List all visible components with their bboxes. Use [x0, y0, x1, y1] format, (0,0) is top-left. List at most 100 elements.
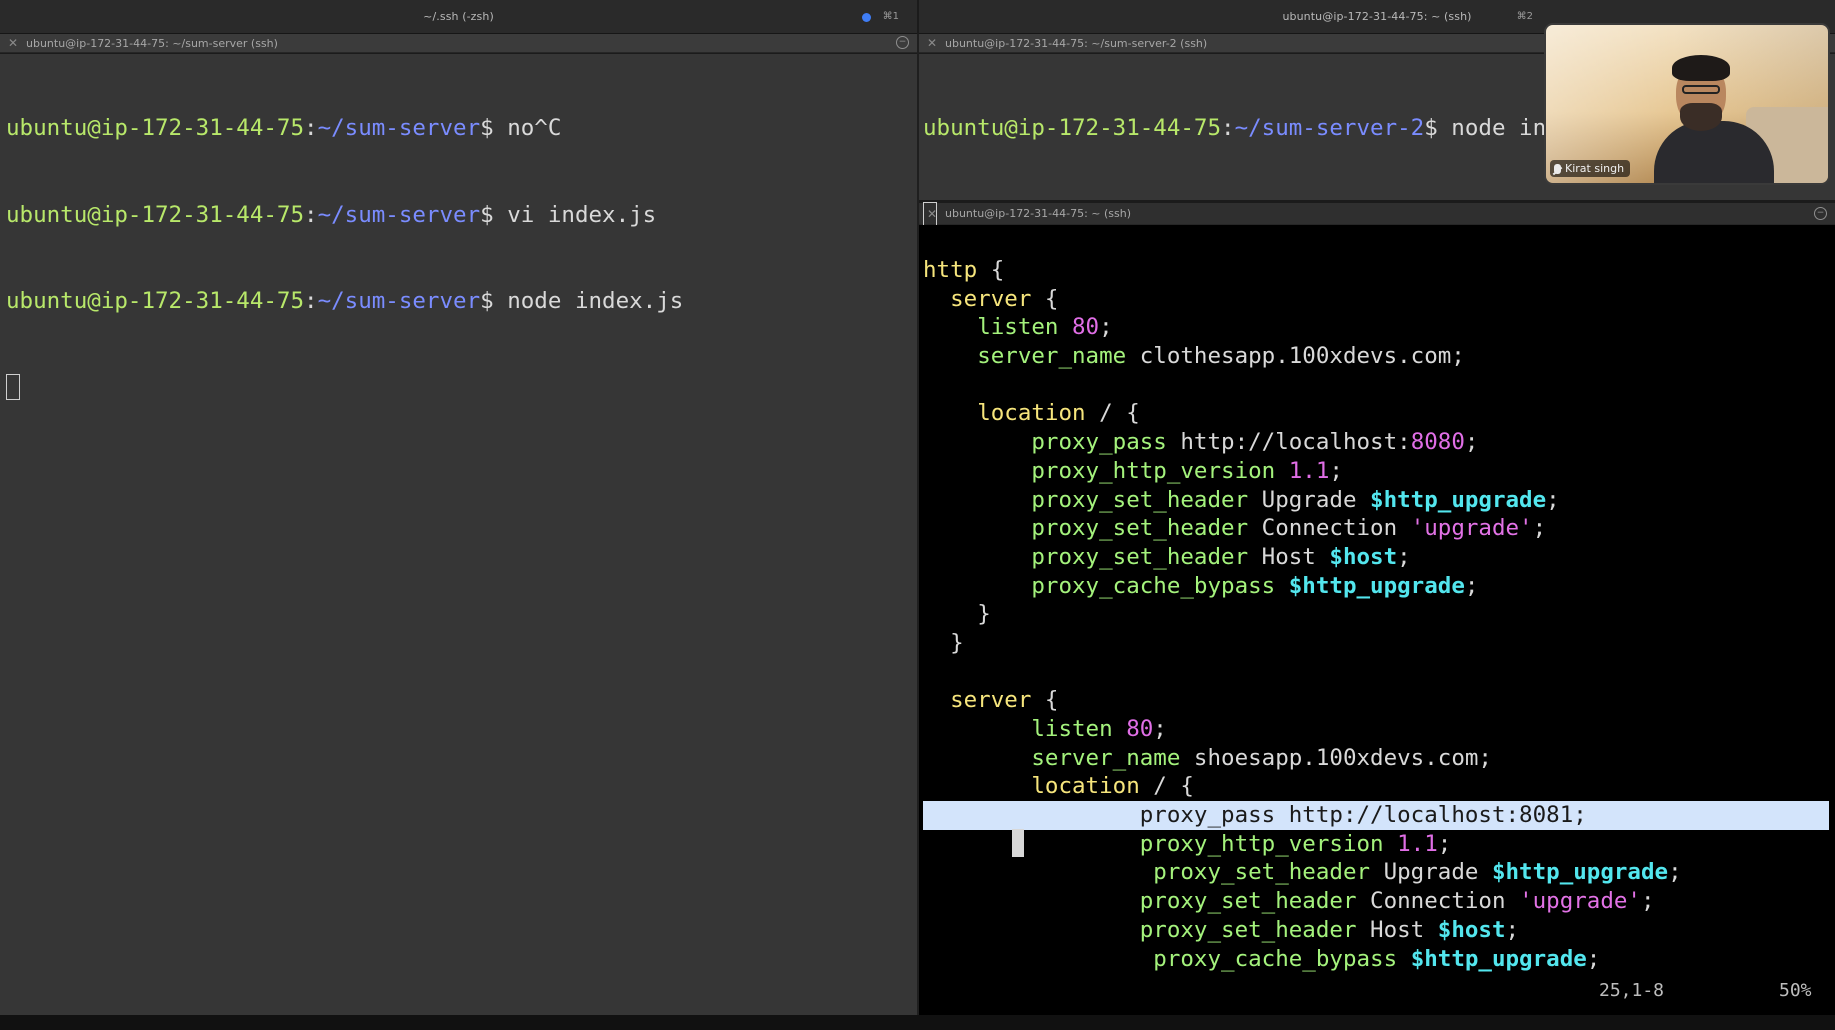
terminal-line: ubuntu@ip-172-31-44-75:~/sum-server$ no^…	[6, 115, 562, 142]
editor-line[interactable]: proxy_set_header Upgrade $http_upgrade;	[923, 486, 1829, 515]
editor-line[interactable]	[923, 371, 1829, 400]
code-token: Upgrade	[1370, 859, 1492, 886]
editor-line[interactable]: }	[923, 629, 1829, 658]
editor-line-selected[interactable]: proxy_pass http://localhost:8081;	[923, 801, 1829, 830]
editor-line[interactable]: }	[923, 600, 1829, 629]
code-token: {	[1031, 285, 1059, 312]
editor-line[interactable]: location / {	[923, 399, 1829, 428]
editor-line[interactable]: location / {	[923, 772, 1829, 801]
pane-menu-icon[interactable]: −	[896, 36, 909, 49]
editor-line[interactable]: http {	[923, 256, 1829, 285]
participant-name: Kirat singh	[1565, 162, 1625, 175]
left-pane-tab[interactable]: ✕ ubuntu@ip-172-31-44-75: ~/sum-server (…	[0, 34, 917, 53]
left-terminal-output: ubuntu@ip-172-31-44-75:~/sum-server$ no^…	[6, 57, 683, 459]
editor-line[interactable]: proxy_http_version 1.1;	[923, 457, 1829, 486]
code-token: $http_upgrade	[1370, 486, 1547, 513]
editor-line[interactable]	[923, 658, 1829, 687]
code-token: {	[1031, 687, 1059, 714]
video-call-tile[interactable]: Kirat singh	[1544, 23, 1830, 185]
code-token: $host	[1437, 916, 1506, 943]
code-token: 8080	[1410, 429, 1465, 456]
editor-line[interactable]: server {	[923, 686, 1829, 715]
code-token: Connection	[1356, 888, 1520, 915]
editor-line[interactable]: proxy_set_header Connection 'upgrade';	[923, 514, 1829, 543]
close-icon[interactable]: ✕	[919, 36, 945, 50]
microphone-muted-icon	[1554, 163, 1561, 174]
editor-cursor	[1012, 829, 1024, 857]
code-token: shoesapp.100xdevs.com;	[1180, 744, 1492, 771]
code-token: 80	[1126, 716, 1154, 742]
editor-line[interactable]: server_name shoesapp.100xdevs.com;	[923, 744, 1829, 773]
left-terminal-pane[interactable]: ubuntu@ip-172-31-44-75:~/sum-server$ no^…	[0, 54, 917, 1015]
right-top-pane-tab-title: ubuntu@ip-172-31-44-75: ~/sum-server-2 (…	[945, 36, 1208, 50]
left-window-titlebar[interactable]: ~/.ssh (-zsh) ⌘1	[0, 0, 917, 34]
code-token: proxy_set_header	[1031, 543, 1249, 570]
code-token: Connection	[1248, 515, 1411, 542]
code-token: proxy_set_header	[1139, 916, 1357, 943]
editor-line[interactable]: proxy_set_header Upgrade $http_upgrade;	[923, 858, 1829, 887]
code-token: $http_upgrade	[1491, 859, 1669, 886]
terminal-line	[6, 373, 683, 402]
terminal-line: ubuntu@ip-172-31-44-75:~/sum-server$ vi …	[6, 201, 657, 228]
code-token: ;	[1153, 716, 1167, 742]
code-token: http	[923, 257, 978, 283]
code-token: ;	[1464, 572, 1479, 599]
code-token: location	[977, 400, 1086, 427]
editor-line[interactable]: proxy_set_header Connection 'upgrade';	[923, 887, 1829, 916]
prompt-user: ubuntu@ip-172-31-44-75	[6, 287, 305, 314]
editor-line[interactable]: proxy_http_version 1.1;	[923, 830, 1829, 859]
terminal-line: ubuntu@ip-172-31-44-75:~/sum-server$ nod…	[6, 287, 684, 314]
code-token: proxy_cache_bypass	[1153, 945, 1398, 972]
editor-line[interactable]: proxy_set_header Host $host;	[923, 543, 1829, 572]
code-token: ;	[1640, 888, 1655, 915]
code-token: 1.1	[1288, 457, 1330, 484]
code-token: $http_upgrade	[1288, 572, 1465, 599]
editor-line[interactable]: server {	[923, 285, 1829, 314]
editor-line[interactable]: proxy_cache_bypass $http_upgrade;	[923, 945, 1829, 974]
editor-line[interactable]: listen 80;	[923, 313, 1829, 342]
command-text: node index.js	[493, 287, 684, 314]
editor-line[interactable]: proxy_cache_bypass $http_upgrade;	[923, 572, 1829, 601]
vi-editor-buffer[interactable]: http { server { listen 80; server_name c…	[923, 256, 1829, 973]
code-token: 1.1	[1397, 830, 1438, 857]
code-token: server	[950, 687, 1032, 714]
code-token: ;	[1464, 429, 1479, 456]
command-text: vi index.js	[493, 201, 657, 228]
editor-line[interactable]: server_name clothesapp.100xdevs.com;	[923, 342, 1829, 371]
code-token: location	[1031, 773, 1140, 800]
editor-line[interactable]: listen 80;	[923, 715, 1829, 744]
code-token: / {	[1139, 773, 1194, 800]
code-token: proxy_pass	[1031, 429, 1167, 456]
editor-line[interactable]: proxy_pass http://localhost:8080;	[923, 428, 1829, 457]
pane-menu-icon[interactable]: −	[1814, 207, 1827, 220]
code-token: proxy_set_header	[1153, 859, 1371, 886]
editor-line[interactable]: proxy_set_header Host $host;	[923, 916, 1829, 945]
close-icon[interactable]: ✕	[0, 36, 26, 50]
prompt-path: ~/sum-server-2	[1234, 115, 1425, 142]
prompt-path: ~/sum-server	[317, 115, 481, 142]
code-token: Host	[1248, 543, 1330, 570]
code-token: ;	[1505, 916, 1520, 943]
code-token: proxy_set_header	[1031, 515, 1249, 542]
vi-status-percent: 50%	[1779, 980, 1812, 1001]
code-token: ;	[1668, 859, 1682, 886]
vi-editor-pane[interactable]: http { server { listen 80; server_name c…	[919, 225, 1835, 1015]
prompt-user: ubuntu@ip-172-31-44-75	[923, 115, 1222, 142]
code-token: http://localhost:	[1166, 429, 1411, 456]
left-window-shortcut: ⌘1	[882, 11, 899, 22]
code-token: http://localhost:8081;	[1275, 802, 1587, 829]
